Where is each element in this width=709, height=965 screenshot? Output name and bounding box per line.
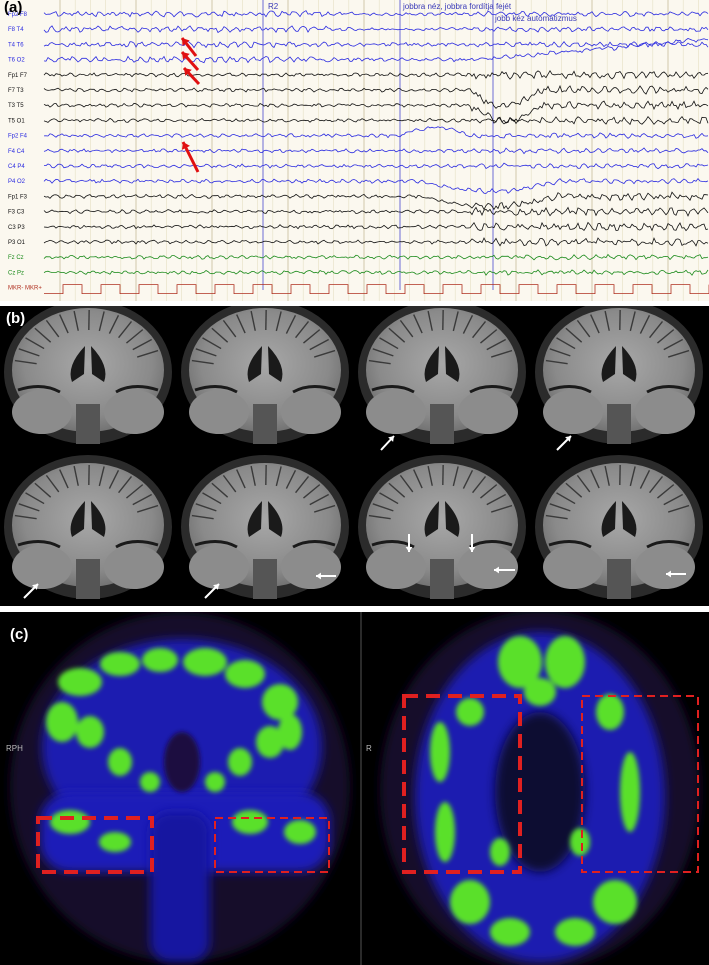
- channel-label: P3 O1: [8, 240, 26, 246]
- mri-slice: [181, 455, 349, 599]
- channel-label: P4 O2: [8, 179, 26, 185]
- channel-label: Cz Pz: [8, 270, 24, 276]
- eeg-trace-area: R2 jobbra néz, jobbra fordítja fejétjobb …: [8, 0, 709, 301]
- eeg-trace: [43, 237, 709, 247]
- mri-slice: [358, 306, 526, 444]
- channel-label: T5 O1: [8, 118, 25, 124]
- panel-b-label: (b): [6, 310, 26, 327]
- pet-left-orientation-label: RPH: [6, 744, 23, 753]
- eeg-trace: [43, 191, 709, 211]
- seizure-annotation-1: jobbra néz, jobbra fordítja fejét: [402, 2, 512, 11]
- eeg-trace: [44, 284, 709, 294]
- eeg-trace: [43, 206, 709, 217]
- eeg-trace: [43, 126, 709, 139]
- mri-slice: [181, 306, 349, 444]
- mri-slice: [535, 455, 703, 599]
- mri-panel: (b): [0, 306, 709, 606]
- panel-c-label: (c): [10, 626, 29, 643]
- eeg-trace: [43, 253, 709, 261]
- channel-label: F3 C3: [8, 210, 25, 216]
- channel-label: T3 T5: [8, 103, 24, 109]
- white-arrow-annotation: [380, 435, 395, 451]
- channel-label: Fp2 F4: [8, 134, 28, 140]
- channel-label: Fp1 F7: [8, 73, 28, 79]
- channel-label: F7 T3: [8, 88, 24, 94]
- eeg-trace: [43, 25, 709, 34]
- eeg-panel: R2 jobbra néz, jobbra fordítja fejét jobb …: [0, 0, 709, 301]
- white-arrow-annotation: [556, 435, 572, 451]
- mri-slice: [4, 306, 172, 444]
- pet-images: [10, 612, 700, 965]
- channel-label: T4 T6: [8, 42, 24, 48]
- eeg-trace: [43, 10, 709, 18]
- mri-slice: [535, 306, 703, 444]
- eeg-trace: [43, 38, 709, 64]
- panel-a-label: (a): [4, 0, 23, 16]
- pet-coronal-image: [10, 612, 350, 962]
- pet-axial-image: [380, 612, 700, 965]
- eeg-trace: [43, 162, 709, 170]
- channel-label: Fz Cz: [8, 255, 24, 261]
- pet-panel: (c) RPH R: [0, 612, 709, 965]
- channel-label: F4 C4: [8, 149, 25, 155]
- eeg-trace: [43, 147, 709, 155]
- channel-label: C4 P4: [8, 164, 25, 170]
- event-marker-label: R2: [268, 2, 279, 11]
- eeg-trace: [43, 177, 709, 194]
- mri-slice: [358, 455, 526, 599]
- mri-slice: [4, 455, 172, 599]
- red-arrow-annotation: [181, 141, 200, 173]
- eeg-trace: [43, 70, 709, 80]
- eeg-trace: [43, 269, 709, 276]
- eeg-trace: [43, 115, 709, 126]
- channel-label: MKR- MKR+: [8, 286, 42, 292]
- channel-label: Fp1 F3: [8, 194, 28, 200]
- pet-right-orientation-label: R: [366, 744, 372, 753]
- channel-label: C3 P3: [8, 225, 25, 231]
- eeg-trace: [43, 221, 709, 232]
- channel-label: T6 O2: [8, 58, 25, 64]
- mri-coronal-slices: [4, 306, 703, 599]
- channel-label: F8 T4: [8, 27, 24, 33]
